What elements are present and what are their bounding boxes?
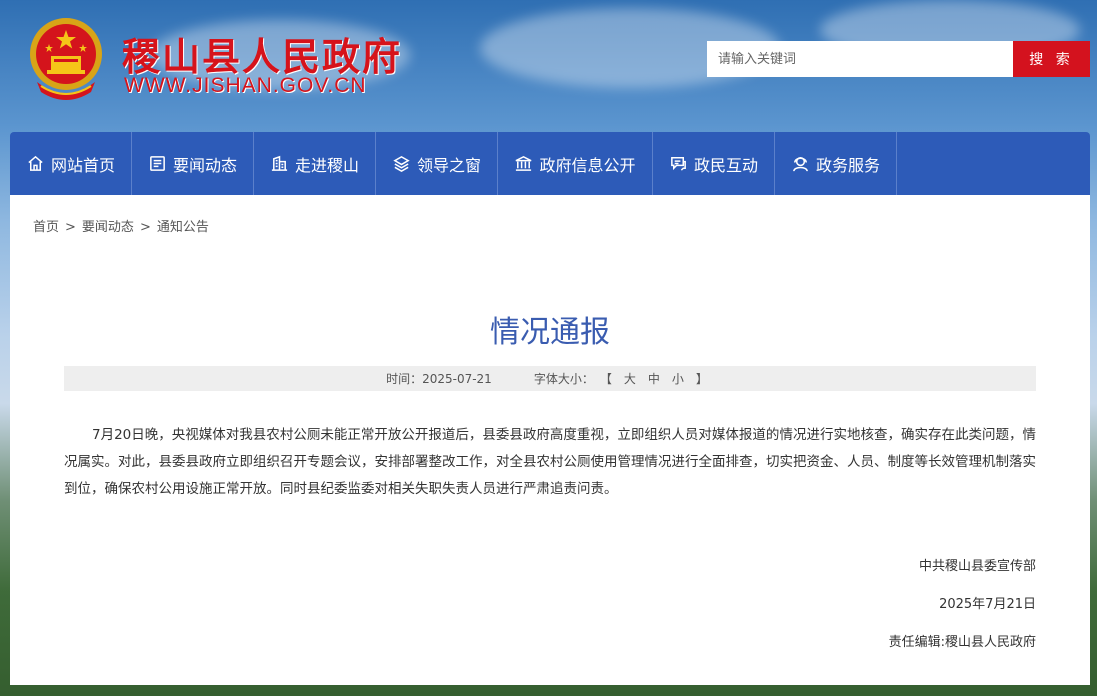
article-panel: 首页 > 要闻动态 > 通知公告 情况通报 时间：2025-07-21 字体大小： 【 … (10, 195, 1090, 685)
nav-item-label: 领导之窗 (416, 155, 481, 175)
bracket-open: 【 (599, 372, 612, 386)
article-date: 2025年7月21日 (939, 597, 1036, 612)
font-size-small-button[interactable]: 小 (672, 370, 684, 387)
government-icon (516, 156, 532, 171)
nav-item-label: 网站首页 (50, 155, 115, 175)
home-icon (28, 155, 43, 171)
article-meta: 时间：2025-07-21 字体大小： 【 大 中 小 】 (64, 366, 1036, 391)
article-signature: 中共稷山县委宣传部 (918, 559, 1036, 574)
breadcrumb-separator: > (139, 220, 151, 235)
layers-icon (393, 155, 410, 172)
breadcrumb-news[interactable]: 要闻动态 (82, 220, 134, 235)
nav-item-interaction[interactable]: 政民互动 (653, 132, 775, 195)
font-size-label: 字体大小： (533, 372, 594, 386)
font-size-medium-button[interactable]: 中 (648, 370, 660, 387)
article-title: 情况通报 (490, 315, 610, 350)
nav-item-services[interactable]: 政务服务 (775, 132, 897, 195)
site-url: WWW.JISHAN.GOV.CN (124, 74, 367, 97)
nav-item-label: 政民互动 (693, 155, 758, 175)
nav-item-label: 走进稷山 (294, 155, 359, 175)
service-icon (793, 157, 808, 172)
bracket-close: 】 (695, 372, 708, 386)
search-button[interactable]: 搜 索 (1013, 41, 1090, 77)
breadcrumb-home[interactable]: 首页 (33, 220, 59, 235)
nav-item-label: 政务服务 (815, 155, 880, 175)
font-size-large-button[interactable]: 大 (624, 370, 636, 387)
nav-item-label: 政府信息公开 (539, 155, 636, 175)
site-name: 稷山县人民政府 (122, 34, 403, 79)
publish-time: 时间：2025-07-21 (386, 372, 492, 386)
nav-item-home[interactable]: 网站首页 (10, 132, 132, 195)
national-emblem-icon (30, 18, 102, 100)
breadcrumb: 首页 > 要闻动态 > 通知公告 (33, 216, 209, 235)
site-header: 稷山县人民政府 WWW.JISHAN.GOV.CN 搜 索 (0, 0, 1097, 120)
nav-item-leaders[interactable]: 领导之窗 (376, 132, 498, 195)
breadcrumb-notices[interactable]: 通知公告 (157, 220, 209, 235)
search-input[interactable] (707, 41, 1013, 77)
breadcrumb-separator: > (65, 220, 76, 235)
building-icon (271, 155, 288, 171)
main-nav: 网站首页 要闻动态 走进稷山 领导之窗 政府信息公开 政民互动 政务服务 (10, 132, 1090, 195)
article-body: 7月20日晚，央视媒体对我县农村公厕未能正常开放公开报道后，县委县政府高度重视，… (64, 427, 1036, 497)
chat-icon (671, 157, 686, 171)
nav-item-about[interactable]: 走进稷山 (254, 132, 376, 195)
article-editor: 责任编辑:稷山县人民政府 (888, 635, 1036, 650)
nav-item-label: 要闻动态 (172, 155, 237, 175)
nav-item-news[interactable]: 要闻动态 (132, 132, 254, 195)
nav-item-gov-info[interactable]: 政府信息公开 (498, 132, 653, 195)
news-icon (150, 156, 165, 171)
